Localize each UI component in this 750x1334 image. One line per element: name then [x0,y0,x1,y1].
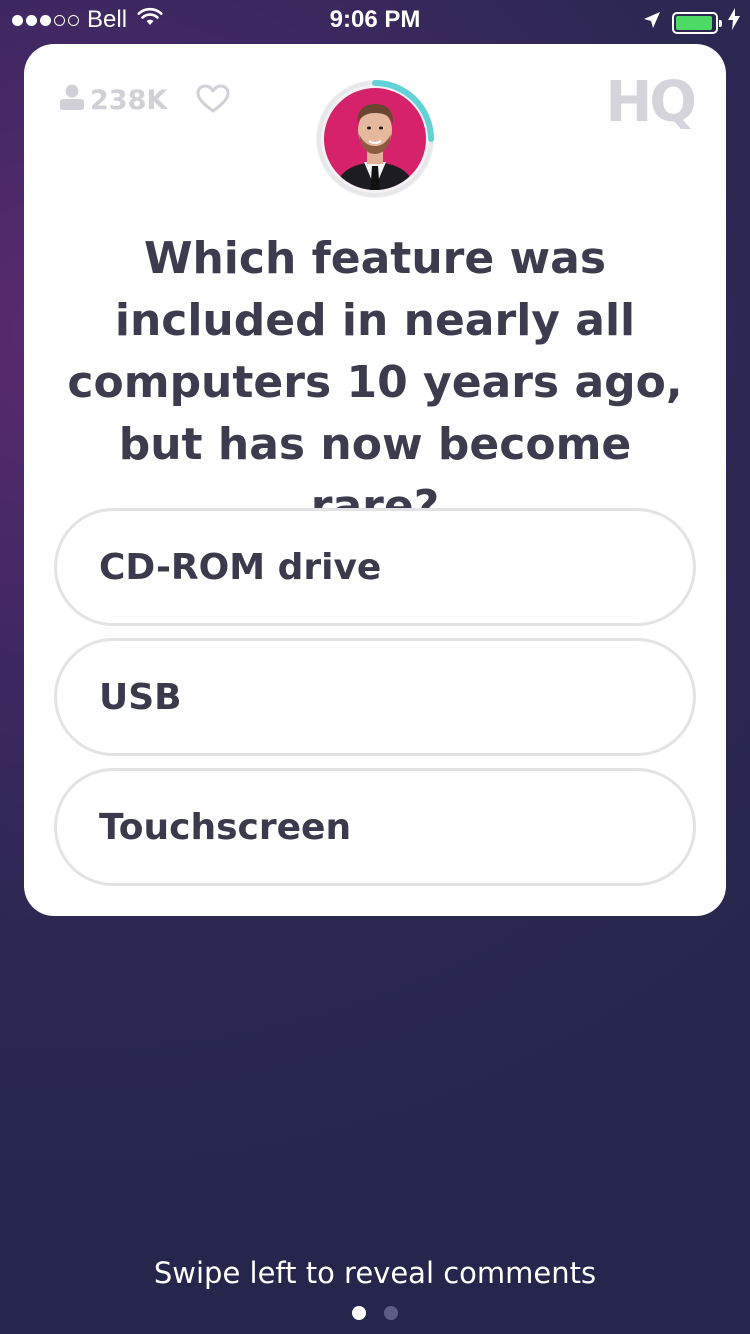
battery-icon [672,11,722,34]
host-avatar [314,78,436,200]
viewer-count-label: 238K [90,85,168,116]
charging-bolt-icon [728,8,740,37]
answer-option-1[interactable]: CD-ROM drive [54,508,696,626]
battery-level [676,15,713,30]
answer-option-label: USB [99,676,182,718]
question-card: 238K HQ Which feature was included in ne… [24,44,726,916]
page-dot-1[interactable] [352,1306,366,1320]
answer-option-2[interactable]: USB [54,638,696,756]
person-icon [60,84,84,117]
heart-icon[interactable] [196,84,230,118]
status-right [642,8,740,37]
hq-logo: HQ [605,70,698,135]
status-time: 9:06 PM [329,6,421,33]
answer-option-label: Touchscreen [99,806,352,848]
viewer-count: 238K [60,84,167,117]
answer-option-3[interactable]: Touchscreen [54,768,696,886]
status-bar: Bell 9:06 PM [0,0,750,40]
page-dot-2[interactable] [384,1306,398,1320]
question-text: Which feature was included in nearly all… [67,233,683,532]
location-arrow-icon [642,9,662,37]
page-indicator[interactable] [0,1306,750,1320]
swipe-hint: Swipe left to reveal comments [153,1256,597,1290]
answer-option-label: CD-ROM drive [99,546,382,588]
